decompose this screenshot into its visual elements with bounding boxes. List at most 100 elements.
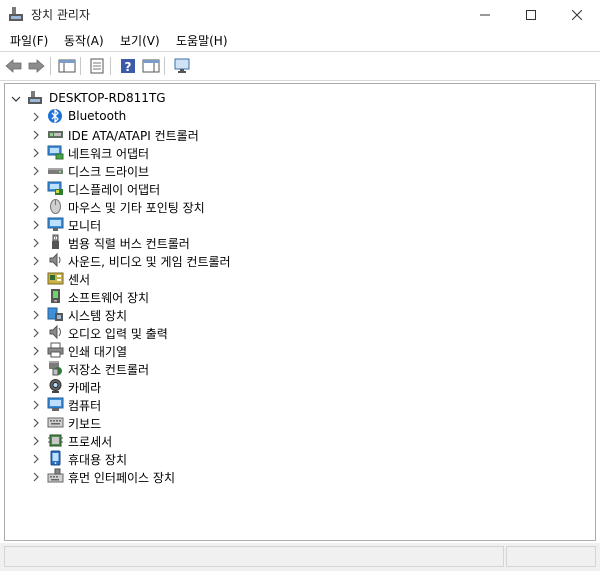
tree-category-row[interactable]: 사운드, 비디오 및 게임 컨트롤러 bbox=[5, 251, 585, 269]
tree-category-label: 디스플레이 어댑터 bbox=[68, 183, 161, 197]
tree-category-row[interactable]: 휴대용 장치 bbox=[5, 449, 585, 467]
tree-category-label: 디스크 드라이브 bbox=[68, 165, 150, 179]
scan-monitor-icon bbox=[174, 58, 190, 73]
title-bar: 장치 관리자 bbox=[0, 0, 600, 29]
software-device-icon bbox=[47, 288, 64, 304]
expand-chevron-icon[interactable] bbox=[31, 453, 41, 464]
tree-category-label: 휴먼 인터페이스 장치 bbox=[68, 471, 175, 485]
hid-icon bbox=[47, 468, 64, 484]
tree-category-label: 오디오 입력 및 출력 bbox=[68, 327, 168, 341]
disk-drive-icon bbox=[47, 162, 64, 178]
system-device-icon bbox=[47, 306, 64, 322]
tree-category-row[interactable]: Bluetooth bbox=[5, 107, 585, 125]
back-arrow-icon bbox=[5, 59, 22, 73]
expand-chevron-icon[interactable] bbox=[31, 345, 41, 356]
tree-category-row[interactable]: 범용 직렬 버스 컨트롤러 bbox=[5, 233, 585, 251]
tree-category-row[interactable]: 프로세서 bbox=[5, 431, 585, 449]
tree-category-label: 소프트웨어 장치 bbox=[68, 291, 150, 305]
status-panel-main bbox=[4, 546, 504, 567]
monitor-icon bbox=[47, 216, 64, 232]
tree-category-row[interactable]: 디스플레이 어댑터 bbox=[5, 179, 585, 197]
close-button[interactable] bbox=[554, 0, 600, 29]
help-button[interactable]: ? bbox=[118, 56, 138, 76]
menu-action[interactable]: 동작(A) bbox=[64, 32, 104, 49]
tree-category-label: 네트워크 어댑터 bbox=[68, 147, 150, 161]
tree-root-label: DESKTOP-RD811TG bbox=[49, 91, 166, 105]
tree-category-label: 모니터 bbox=[68, 219, 102, 233]
expand-chevron-icon[interactable] bbox=[31, 471, 41, 482]
expand-chevron-icon[interactable] bbox=[31, 147, 41, 158]
menu-bar: 파일(F) 동작(A) 보기(V) 도움말(H) bbox=[0, 29, 600, 51]
maximize-button[interactable] bbox=[508, 0, 554, 29]
mouse-icon bbox=[47, 198, 64, 214]
menu-view[interactable]: 보기(V) bbox=[120, 32, 160, 49]
expand-chevron-icon[interactable] bbox=[31, 219, 41, 230]
keyboard-icon bbox=[47, 414, 64, 430]
expand-chevron-icon[interactable] bbox=[31, 435, 41, 446]
tree-category-label: 키보드 bbox=[68, 417, 102, 431]
tree-category-label: 휴대용 장치 bbox=[68, 453, 128, 467]
tree-category-label: Bluetooth bbox=[68, 109, 127, 123]
tree-category-row[interactable]: 소프트웨어 장치 bbox=[5, 287, 585, 305]
status-bar bbox=[0, 543, 600, 571]
device-manager-app-icon bbox=[8, 6, 26, 24]
tree-category-row[interactable]: 모니터 bbox=[5, 215, 585, 233]
tree-category-row[interactable]: 시스템 장치 bbox=[5, 305, 585, 323]
expand-chevron-icon[interactable] bbox=[31, 129, 41, 140]
camera-icon bbox=[47, 378, 64, 394]
expand-chevron-icon[interactable] bbox=[31, 291, 41, 302]
printer-icon bbox=[47, 342, 64, 358]
network-adapter-icon bbox=[47, 144, 64, 160]
expand-chevron-icon[interactable] bbox=[31, 399, 41, 410]
action-pane-button[interactable] bbox=[141, 56, 161, 76]
sensor-icon bbox=[47, 270, 64, 286]
tree-category-row[interactable]: 오디오 입력 및 출력 bbox=[5, 323, 585, 341]
expand-chevron-icon[interactable] bbox=[31, 201, 41, 212]
expand-chevron-icon[interactable] bbox=[31, 255, 41, 266]
tree-category-label: 범용 직렬 버스 컨트롤러 bbox=[68, 237, 190, 251]
toolbar-separator bbox=[50, 57, 51, 75]
tree-category-row[interactable]: 네트워크 어댑터 bbox=[5, 143, 585, 161]
expand-chevron-icon[interactable] bbox=[31, 273, 41, 284]
show-hide-console-tree-button[interactable] bbox=[57, 56, 77, 76]
tree-category-row[interactable]: 저장소 컨트롤러 bbox=[5, 359, 585, 377]
minimize-button[interactable] bbox=[462, 0, 508, 29]
menu-help[interactable]: 도움말(H) bbox=[176, 32, 228, 49]
tree-category-row[interactable]: 카메라 bbox=[5, 377, 585, 395]
window-title: 장치 관리자 bbox=[31, 8, 91, 22]
expand-chevron-icon[interactable] bbox=[31, 417, 41, 428]
tree-root[interactable]: DESKTOP-RD811TG bbox=[5, 89, 585, 107]
device-tree[interactable]: DESKTOP-RD811TG Bluetooth IDE ATA/ATAPI 컨… bbox=[4, 83, 596, 541]
forward-button[interactable] bbox=[26, 56, 46, 76]
tree-category-row[interactable]: 마우스 및 기타 포인팅 장치 bbox=[5, 197, 585, 215]
tree-category-label: 카메라 bbox=[68, 381, 102, 395]
expand-chevron-icon[interactable] bbox=[31, 237, 41, 248]
tree-category-label: 센서 bbox=[68, 273, 91, 287]
toolbar-separator bbox=[164, 57, 165, 75]
tree-category-row[interactable]: 디스크 드라이브 bbox=[5, 161, 585, 179]
collapse-chevron-icon[interactable] bbox=[11, 93, 21, 103]
tree-category-row[interactable]: 센서 bbox=[5, 269, 585, 287]
expand-chevron-icon[interactable] bbox=[31, 309, 41, 320]
forward-arrow-icon bbox=[28, 59, 45, 73]
expand-chevron-icon[interactable] bbox=[31, 165, 41, 176]
tree-category-label: 컴퓨터 bbox=[68, 399, 102, 413]
expand-chevron-icon[interactable] bbox=[31, 363, 41, 374]
tree-category-row[interactable]: 컴퓨터 bbox=[5, 395, 585, 413]
toolbar-divider bbox=[0, 80, 600, 81]
tree-category-row[interactable]: IDE ATA/ATAPI 컨트롤러 bbox=[5, 125, 585, 143]
tree-category-row[interactable]: 인쇄 대기열 bbox=[5, 341, 585, 359]
audio-icon bbox=[47, 324, 64, 340]
tree-category-row[interactable]: 휴먼 인터페이스 장치 bbox=[5, 467, 585, 485]
expand-chevron-icon[interactable] bbox=[31, 381, 41, 392]
tree-category-row[interactable]: 키보드 bbox=[5, 413, 585, 431]
speaker-icon bbox=[47, 252, 64, 268]
expand-chevron-icon[interactable] bbox=[31, 327, 41, 338]
back-button[interactable] bbox=[4, 56, 24, 76]
expand-chevron-icon[interactable] bbox=[31, 183, 41, 194]
expand-chevron-icon[interactable] bbox=[31, 111, 41, 122]
scan-hardware-changes-button[interactable] bbox=[172, 56, 192, 76]
tree-category-label: IDE ATA/ATAPI 컨트롤러 bbox=[68, 129, 199, 143]
menu-file[interactable]: 파일(F) bbox=[10, 32, 48, 49]
properties-button[interactable] bbox=[87, 56, 107, 76]
